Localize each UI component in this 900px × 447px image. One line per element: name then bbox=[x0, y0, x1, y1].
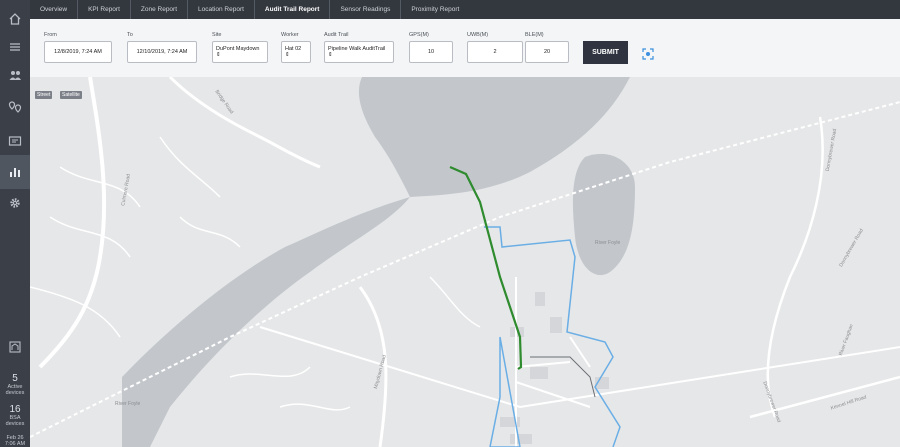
site-label: Site bbox=[212, 32, 222, 38]
home-icon bbox=[9, 13, 21, 25]
worker-select[interactable]: Hat 02 ⇕ bbox=[281, 41, 311, 63]
bridge-road bbox=[168, 77, 321, 169]
bsa-devices-stat: 16 BSA devices bbox=[0, 404, 30, 427]
building-icon bbox=[9, 341, 21, 353]
clock: Feb 26 7:06 AM bbox=[0, 435, 30, 447]
to-field: To 12/10/2019, 7:24 AM bbox=[127, 32, 197, 63]
monitor-icon bbox=[8, 136, 22, 146]
lough-water bbox=[572, 153, 635, 276]
gps-input[interactable]: 10 bbox=[409, 41, 453, 63]
site-service-roads bbox=[515, 277, 591, 447]
river-foyle-lower-water bbox=[122, 197, 410, 447]
settings-nav[interactable] bbox=[0, 186, 30, 220]
to-label: To bbox=[127, 32, 133, 38]
tab-sensor-readings[interactable]: Sensor Readings bbox=[330, 0, 402, 19]
worker-field: Worker Hat 02 ⇕ bbox=[281, 32, 311, 63]
map-view[interactable]: Street Satellite Bridge Road Culmore Roa… bbox=[30, 77, 900, 447]
uwb-field: UWB(M) 2 bbox=[467, 32, 523, 63]
bsa-devices-label: BSA devices bbox=[5, 415, 25, 427]
audit-trail-label: Audit Trail bbox=[324, 32, 349, 38]
locations-nav[interactable] bbox=[0, 90, 30, 124]
filter-bar: From 12/8/2019, 7:24 AM To 12/10/2019, 7… bbox=[30, 19, 900, 77]
tab-zone-report[interactable]: Zone Report bbox=[131, 0, 189, 19]
sidebar: 5 Active devices 16 BSA devices Feb 26 7… bbox=[0, 0, 30, 447]
gps-label: GPS(M) bbox=[409, 32, 429, 38]
active-devices-stat: 5 Active devices bbox=[0, 373, 30, 396]
gear-icon bbox=[10, 198, 20, 208]
from-label: From bbox=[44, 32, 57, 38]
culmore-road bbox=[38, 77, 107, 369]
site-select[interactable]: DuPont Maydown ⇕ bbox=[212, 41, 268, 63]
to-input[interactable]: 12/10/2019, 7:24 AM bbox=[127, 41, 197, 63]
donnybrewer-road bbox=[766, 116, 824, 418]
map-satellite-button[interactable]: Satellite bbox=[60, 91, 82, 99]
tab-kpi-report[interactable]: KPI Report bbox=[78, 0, 131, 19]
gps-field: GPS(M) 10 bbox=[409, 32, 453, 63]
reports-nav[interactable] bbox=[0, 155, 30, 189]
active-devices-count: 5 bbox=[12, 373, 18, 384]
submit-button[interactable]: SUBMIT bbox=[583, 41, 628, 64]
report-tabs: Overview KPI Report Zone Report Location… bbox=[30, 0, 900, 19]
clock-time: 7:06 AM bbox=[4, 441, 26, 447]
devices-nav[interactable] bbox=[0, 124, 30, 158]
site-field: Site DuPont Maydown ⇕ bbox=[212, 32, 268, 63]
from-field: From 12/8/2019, 7:24 AM bbox=[44, 32, 112, 63]
tab-proximity-report[interactable]: Proximity Report bbox=[401, 0, 469, 19]
ble-field: BLE(M) 20 bbox=[525, 32, 569, 63]
map-street-button[interactable]: Street bbox=[35, 91, 53, 99]
list-icon bbox=[10, 43, 20, 51]
building-nav[interactable] bbox=[0, 330, 30, 364]
users-icon bbox=[9, 71, 21, 80]
worker-label: Worker bbox=[281, 32, 299, 38]
uwb-input[interactable]: 2 bbox=[467, 41, 523, 63]
map-pin-icon bbox=[8, 101, 22, 113]
ble-input[interactable]: 20 bbox=[525, 41, 569, 63]
map-label-river-foyle-2: River Foyle bbox=[595, 240, 621, 246]
ble-label: BLE(M) bbox=[525, 32, 544, 38]
tab-audit-trail-report[interactable]: Audit Trail Report bbox=[255, 0, 331, 19]
tab-overview[interactable]: Overview bbox=[30, 0, 79, 19]
active-devices-label: Active devices bbox=[5, 384, 25, 396]
recenter-icon[interactable] bbox=[642, 48, 654, 60]
workers-nav[interactable] bbox=[0, 58, 30, 92]
from-input[interactable]: 12/8/2019, 7:24 AM bbox=[44, 41, 112, 63]
tab-location-report[interactable]: Location Report bbox=[188, 0, 255, 19]
audit-trail-select[interactable]: Pipeline Walk AuditTrail ⇕ bbox=[324, 41, 394, 63]
bar-chart-icon bbox=[10, 168, 20, 177]
audit-trail-field: Audit Trail Pipeline Walk AuditTrail ⇕ bbox=[324, 32, 394, 63]
bsa-devices-count: 16 bbox=[9, 404, 21, 415]
map-label-river-foyle-1: River Foyle bbox=[115, 401, 141, 407]
audit-trail-path bbox=[449, 165, 523, 370]
uwb-label: UWB(M) bbox=[467, 32, 489, 38]
